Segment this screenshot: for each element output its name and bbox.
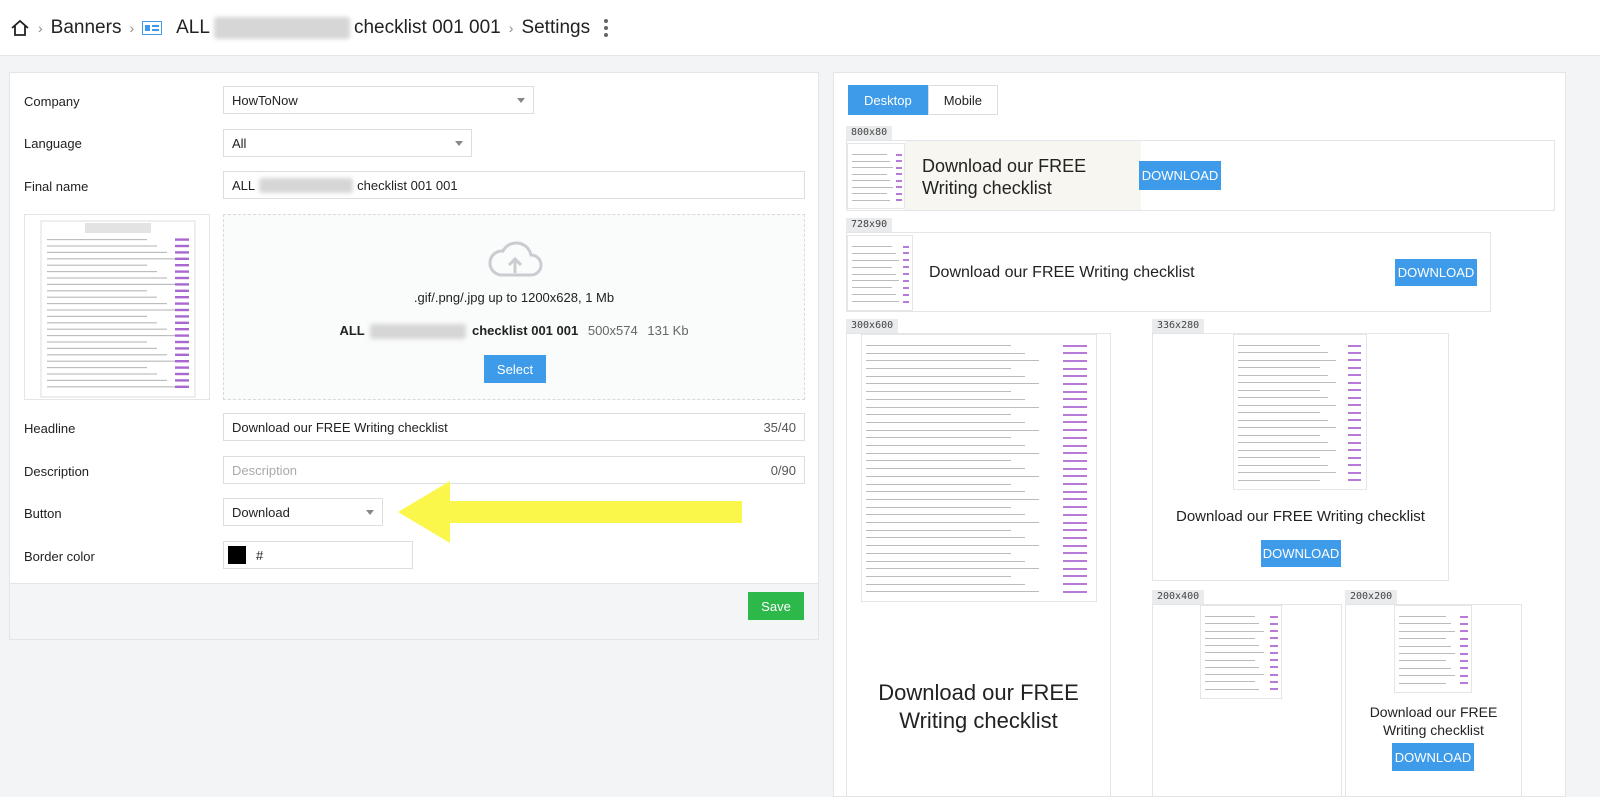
more-options-icon[interactable] (604, 18, 609, 37)
select-file-button[interactable]: Select (484, 355, 546, 383)
banner-headline-line2: Writing checklist (1383, 722, 1484, 738)
banner-headline-line2: Writing checklist (922, 178, 1052, 198)
breadcrumb-name-suffix[interactable]: checklist 001 001 (354, 17, 501, 39)
description-label: Description (24, 464, 90, 479)
settings-panel: Company HowToNow Language All Final name… (9, 72, 819, 640)
device-tabs: Desktop Mobile (848, 85, 998, 115)
headline-value: Download our FREE Writing checklist (232, 419, 448, 435)
final-name-prefix: ALL (232, 177, 256, 193)
banner-headline-line1: Download our FREE (922, 156, 1087, 176)
chevron-down-icon (455, 141, 463, 146)
preview-panel: Desktop Mobile 800x80 Download our FREE … (833, 72, 1566, 797)
file-size: 131 Kb (647, 323, 689, 338)
chevron-right-icon: › (129, 19, 135, 36)
chevron-down-icon (517, 98, 525, 103)
language-select[interactable]: All (223, 129, 472, 157)
chevron-down-icon (366, 510, 374, 515)
size-label: 200x200 (1345, 590, 1398, 604)
button-text-value: Download (232, 504, 290, 520)
company-label: Company (24, 94, 80, 109)
banner-headline-line2: Writing checklist (899, 708, 1058, 733)
company-select[interactable]: HowToNow (223, 86, 534, 114)
mini-checklist (1233, 334, 1367, 490)
banner-headline-line1: Download our FREE (1369, 704, 1498, 720)
banner-preview-200x200: Download our FREE Writing checklist DOWN… (1345, 604, 1522, 796)
file-name-suffix: checklist 001 001 (471, 323, 579, 338)
headline-label: Headline (24, 421, 76, 436)
uploaded-file-info: ALL checklist 001 001 500x574 131 Kb (224, 323, 804, 340)
description-placeholder: Description (232, 462, 298, 478)
size-label: 728x90 (846, 218, 893, 232)
mini-checklist (847, 235, 913, 311)
download-button: DOWNLOAD (1392, 743, 1474, 771)
banner-headline-line1: Download our FREE (878, 680, 1079, 705)
language-label: Language (24, 136, 82, 151)
banner-preview-300x600: Download our FREE Writing checklist (846, 333, 1111, 796)
redacted-text (370, 324, 467, 340)
mini-checklist (1200, 605, 1282, 699)
banner-icon (142, 20, 163, 35)
headline-input[interactable]: Download our FREE Writing checklist 35/4… (223, 413, 805, 441)
redacted-text (259, 177, 354, 193)
button-text-select[interactable]: Download (223, 498, 383, 526)
banner-headline: Download our FREE Writing checklist (929, 264, 1195, 281)
save-button[interactable]: Save (748, 592, 804, 620)
banner-image-thumbnail (24, 214, 210, 400)
chevron-right-icon: › (38, 19, 43, 36)
breadcrumb-settings: Settings (521, 16, 591, 38)
file-name-prefix: ALL (339, 323, 365, 338)
download-button: DOWNLOAD (1139, 161, 1221, 190)
download-button: DOWNLOAD (1395, 259, 1477, 286)
chevron-right-icon: › (508, 19, 514, 36)
company-value: HowToNow (232, 92, 298, 108)
size-label: 800x80 (846, 126, 893, 140)
description-input[interactable]: Description 0/90 (223, 456, 805, 484)
final-name-input[interactable]: ALL checklist 001 001 (223, 171, 805, 199)
banner-preview-200x400 (1152, 604, 1342, 796)
final-name-suffix: checklist 001 001 (357, 177, 458, 193)
breadcrumb-name-prefix[interactable]: ALL (176, 17, 210, 39)
size-label: 336x280 (1152, 319, 1205, 333)
image-upload-dropzone[interactable]: .gif/.png/.jpg up to 1200x628, 1 Mb ALL … (223, 214, 805, 400)
redacted-text (213, 16, 350, 39)
file-dimensions: 500x574 (587, 323, 638, 338)
border-color-input[interactable]: # (223, 541, 413, 569)
banner-preview-800x80: Download our FREE Writing checklist DOWN… (846, 140, 1555, 211)
banner-preview-728x90: Download our FREE Writing checklist DOWN… (846, 232, 1491, 312)
size-label: 300x600 (846, 319, 899, 333)
cloud-upload-icon (488, 241, 543, 277)
headline-char-count: 35/40 (763, 419, 796, 435)
mini-checklist (861, 334, 1097, 602)
tab-desktop[interactable]: Desktop (848, 85, 928, 115)
tab-mobile[interactable]: Mobile (927, 85, 998, 115)
description-char-count: 0/90 (770, 462, 796, 478)
border-color-label: Border color (24, 549, 95, 564)
form-footer: Save (10, 583, 818, 639)
breadcrumb: › Banners › ALL checklist 001 001 › Sett… (0, 0, 1600, 56)
final-name-label: Final name (24, 179, 89, 194)
banner-preview-336x280: Download our FREE Writing checklist DOWN… (1152, 333, 1449, 581)
banner-headline: Download our FREE Writing checklist (1176, 508, 1425, 525)
breadcrumb-banners[interactable]: Banners (51, 17, 122, 39)
border-color-value: # (256, 547, 264, 563)
color-swatch[interactable] (228, 546, 246, 564)
size-label: 200x400 (1152, 590, 1205, 604)
home-icon[interactable] (10, 18, 30, 38)
download-button: DOWNLOAD (1261, 540, 1341, 567)
language-value: All (232, 135, 247, 151)
upload-hint: .gif/.png/.jpg up to 1200x628, 1 Mb (413, 290, 615, 305)
mini-checklist (847, 143, 905, 209)
annotation-arrow (398, 481, 742, 543)
button-label: Button (24, 506, 62, 521)
mini-checklist (1394, 605, 1472, 693)
